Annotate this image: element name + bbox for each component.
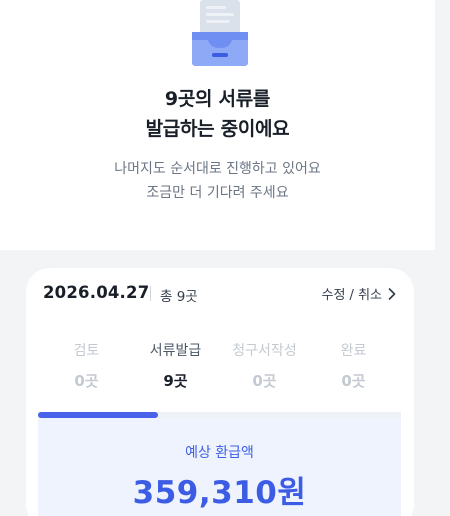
total-count: 총 9곳: [160, 289, 198, 305]
edit-cancel-link[interactable]: 수정 / 취소: [322, 284, 397, 303]
step-count: 0곳: [252, 372, 277, 390]
step-label: 청구서작성: [232, 343, 297, 359]
subtitle-line-1: 나머지도 순서대로 진행하고 있어요: [114, 161, 321, 177]
title-line-2: 발급하는 중이에요: [145, 118, 290, 140]
header-divider: [150, 286, 151, 301]
step-document-issue: 서류발급 9곳: [131, 341, 220, 391]
progress-bar: [38, 412, 401, 418]
page-title: 9곳의 서류를 발급하는 중이에요: [0, 84, 435, 144]
subtitle: 나머지도 순서대로 진행하고 있어요 조금만 더 기다려 주세요: [0, 157, 435, 205]
refund-amount: 359,310원: [132, 475, 307, 511]
step-label: 검토: [73, 343, 100, 359]
step-count: 0곳: [341, 372, 366, 390]
title-line-1: 9곳의 서류를: [164, 88, 271, 110]
chevron-right-icon: [388, 287, 396, 300]
claim-status-card: 2026.04.27 총 9곳 수정 / 취소 검토 0곳 서류발급 9곳 청구…: [26, 268, 414, 516]
edit-cancel-label: 수정 / 취소: [321, 288, 383, 303]
step-complete: 완료 0곳: [309, 341, 398, 391]
status-panel: 9곳의 서류를 발급하는 중이에요 나머지도 순서대로 진행하고 있어요 조금만…: [0, 0, 435, 250]
step-count: 9곳: [163, 372, 188, 390]
progress-bar-fill: [38, 412, 158, 418]
card-header: 2026.04.27 총 9곳 수정 / 취소: [26, 268, 414, 320]
step-count: 0곳: [74, 372, 99, 390]
step-label: 완료: [340, 343, 367, 359]
expected-refund-box: 예상 환급액 359,310원: [38, 412, 401, 516]
subtitle-line-2: 조금만 더 기다려 주세요: [146, 185, 289, 201]
request-date: 2026.04.27: [43, 283, 150, 302]
document-inbox-icon: [192, 0, 248, 66]
refund-label: 예상 환급액: [185, 445, 254, 461]
progress-steps: 검토 0곳 서류발급 9곳 청구서작성 0곳 완료 0곳: [42, 341, 398, 391]
step-claim-writing: 청구서작성 0곳: [220, 341, 309, 391]
step-label: 서류발급: [149, 343, 202, 359]
step-review: 검토 0곳: [42, 341, 131, 391]
